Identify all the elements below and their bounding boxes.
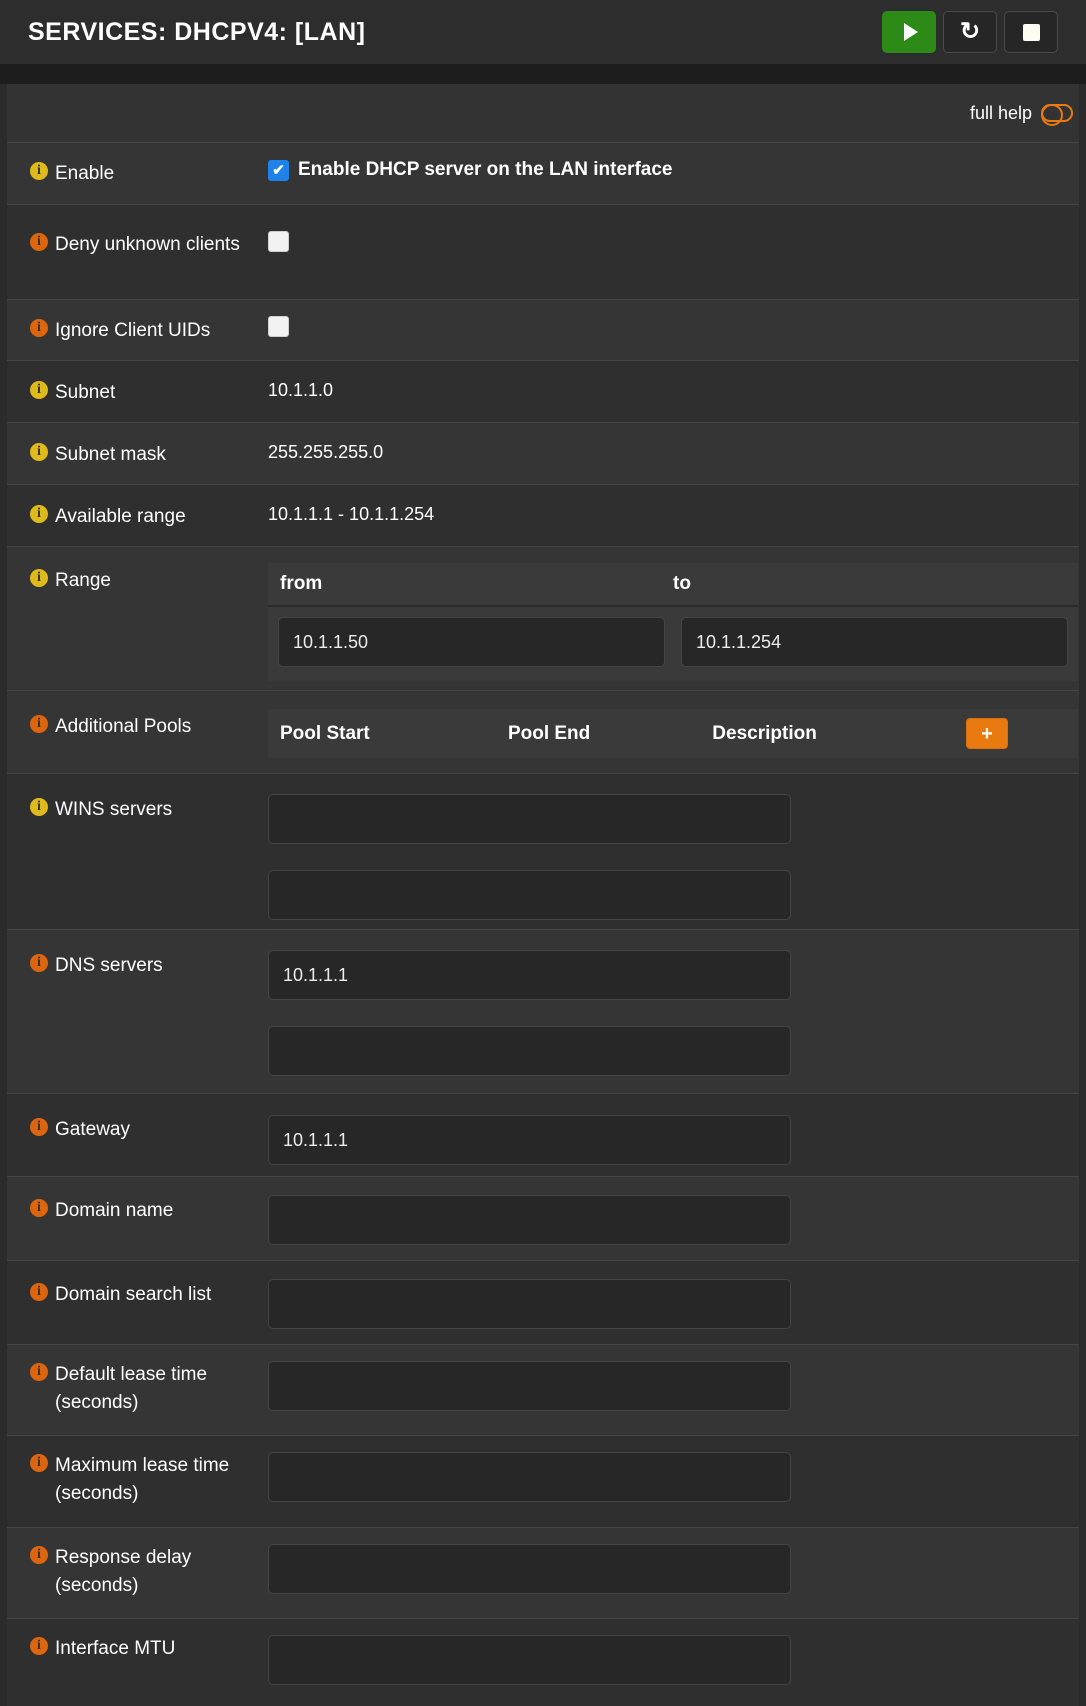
full-help-row: full help [7,84,1079,142]
stop-icon [1022,23,1040,41]
field-label: WINS servers [55,799,173,820]
info-icon[interactable] [30,1363,48,1381]
field-label: Range [55,570,111,591]
stop-button[interactable] [1004,11,1058,53]
range-from-input[interactable] [278,617,665,667]
info-icon[interactable] [30,715,48,733]
default-lease-time-input[interactable] [268,1361,791,1411]
field-label: Gateway [55,1119,130,1140]
info-icon[interactable] [30,1454,48,1472]
row-additional-pools: Additional Pools Pool Start Pool End Des… [7,690,1079,773]
wins-server-2-input[interactable] [268,870,791,920]
interface-mtu-input[interactable] [268,1635,791,1685]
row-subnet-mask: Subnet mask 255.255.255.0 [7,422,1079,484]
field-label: Enable [55,163,115,184]
info-icon[interactable] [30,1283,48,1301]
info-icon[interactable] [30,505,48,523]
row-gateway: Gateway [7,1093,1079,1176]
gateway-input[interactable] [268,1115,791,1165]
subnet-mask-value: 255.255.255.0 [268,442,384,462]
range-to-header: to [673,573,691,594]
deny-unknown-clients-checkbox[interactable] [268,231,289,252]
full-help-label: full help [969,102,1032,123]
range-to-input[interactable] [681,617,1068,667]
info-icon[interactable] [30,381,48,399]
row-subnet: Subnet 10.1.1.0 [7,360,1079,422]
info-icon[interactable] [30,233,48,251]
info-icon[interactable] [30,954,48,972]
info-icon[interactable] [30,1546,48,1564]
field-label: Available range [55,506,186,527]
field-label: Default lease time (seconds) [55,1364,208,1413]
play-icon [903,23,918,41]
available-range-value: 10.1.1.1 - 10.1.1.254 [268,504,435,524]
field-label: Subnet [55,382,116,403]
field-label: Domain name [55,1200,174,1221]
field-label: DNS servers [55,955,163,976]
wins-server-1-input[interactable] [268,794,791,844]
enable-checkbox-label: Enable DHCP server on the LAN interface [298,159,673,180]
full-help-toggle-icon[interactable] [1041,104,1073,126]
range-table: from to [268,563,1078,681]
field-label: Response delay (seconds) [55,1547,192,1596]
enable-checkbox[interactable] [268,159,289,181]
info-icon[interactable] [30,569,48,587]
field-label: Interface MTU [55,1638,176,1659]
pool-start-header: Pool Start [280,722,370,744]
range-from-header: from [280,573,323,594]
apply-button[interactable] [882,11,936,53]
add-pool-button[interactable]: + [966,718,1008,749]
row-default-lease-time: Default lease time (seconds) [7,1344,1079,1435]
info-icon[interactable] [30,1199,48,1217]
titlebar: SERVICES: DHCPV4: [LAN] [0,0,1086,64]
ignore-client-uids-checkbox[interactable] [268,316,289,337]
row-ignore-client-uids: Ignore Client UIDs [7,299,1079,360]
dns-server-2-input[interactable] [268,1026,791,1076]
info-icon[interactable] [30,443,48,461]
row-wins-servers: WINS servers [7,773,1079,929]
page-title: SERVICES: DHCPV4: [LAN] [28,17,366,46]
refresh-icon [960,20,980,44]
info-icon[interactable] [30,1118,48,1136]
domain-name-input[interactable] [268,1195,791,1245]
row-dns-servers: DNS servers [7,929,1079,1093]
field-label: Domain search list [55,1284,212,1305]
info-icon[interactable] [30,319,48,337]
row-deny-unknown-clients: Deny unknown clients [7,204,1079,299]
field-label: Additional Pools [55,716,192,737]
subnet-value: 10.1.1.0 [268,380,334,400]
refresh-button[interactable] [943,11,997,53]
maximum-lease-time-input[interactable] [268,1452,791,1502]
info-icon[interactable] [30,1637,48,1655]
row-response-delay: Response delay (seconds) [7,1527,1079,1618]
info-icon[interactable] [30,162,48,180]
field-label: Maximum lease time (seconds) [55,1455,230,1504]
header-actions [882,11,1058,53]
header-divider [0,64,1086,84]
pool-description-header: Description [712,722,817,744]
row-domain-search-list: Domain search list [7,1260,1079,1344]
row-enable: Enable Enable DHCP server on the LAN int… [7,142,1079,204]
info-icon[interactable] [30,798,48,816]
dns-server-1-input[interactable] [268,950,791,1000]
response-delay-input[interactable] [268,1544,791,1594]
dhcpv4-settings-page: SERVICES: DHCPV4: [LAN] full help [0,0,1086,1706]
pool-end-header: Pool End [507,722,591,744]
row-available-range: Available range 10.1.1.1 - 10.1.1.254 [7,484,1079,546]
row-domain-name: Domain name [7,1176,1079,1260]
domain-search-list-input[interactable] [268,1279,791,1329]
row-maximum-lease-time: Maximum lease time (seconds) [7,1435,1079,1527]
row-range: Range from to [7,546,1079,690]
field-label: Deny unknown clients [55,234,240,255]
field-label: Ignore Client UIDs [55,320,211,341]
form-content: full help Enable Enable DHCP server on t… [7,84,1079,1706]
field-label: Subnet mask [55,444,166,465]
additional-pools-table-header: Pool Start Pool End Description + [268,709,1078,758]
row-interface-mtu: Interface MTU [7,1618,1079,1706]
